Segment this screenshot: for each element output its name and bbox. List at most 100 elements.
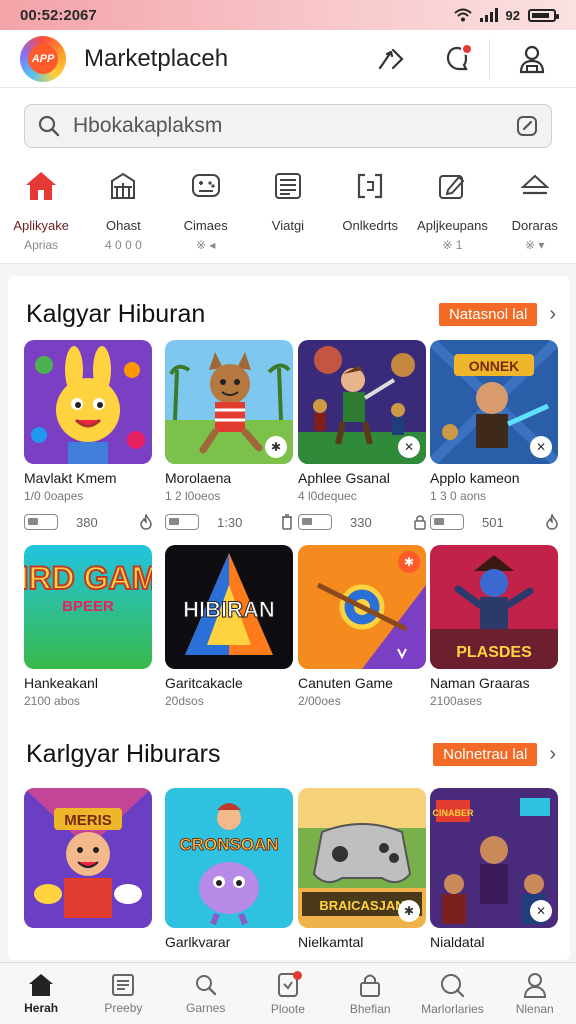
category-item[interactable]: Onlkedrts <box>329 160 411 263</box>
app-thumbnail[interactable]: BIRD GAME BPEER <box>24 545 152 669</box>
app-thumbnail[interactable]: CINABER ✕ <box>430 788 558 928</box>
app-thumbnail[interactable]: PLASDES <box>430 545 558 669</box>
app-thumbnail[interactable]: CRONSOAN <box>165 788 293 928</box>
app-card[interactable]: ✱ Morolaena 1 2 l0oeos 1:30 <box>165 340 293 531</box>
nav-label: Nlenan <box>515 1001 554 1016</box>
app-name: Hankeakanl <box>24 675 98 691</box>
nav-label: Herah <box>24 1000 59 1015</box>
share-button[interactable] <box>367 35 415 83</box>
category-item[interactable]: Doraras ※ ▾ <box>494 160 576 263</box>
app-artwork <box>24 340 152 464</box>
app-name: Aphlee Gsanal <box>298 470 390 486</box>
logo-text: APP <box>28 43 58 74</box>
app-thumbnail[interactable]: HIBIRAN <box>165 545 293 669</box>
nav-tab-games[interactable]: Garnes <box>165 963 247 1024</box>
category-label: Aplikyake <box>13 218 69 233</box>
section-title: Kalgyar Hiburan <box>26 299 206 328</box>
app-artwork: CRONSOAN <box>165 788 293 928</box>
category-item[interactable]: Viatgi <box>247 160 329 263</box>
app-meta: 501 <box>430 513 558 531</box>
app-logo[interactable]: APP <box>20 35 66 82</box>
notification-button[interactable] <box>433 35 481 83</box>
page-title: Marketplaceh <box>84 44 229 72</box>
nav-tab-profile[interactable]: Nlenan <box>494 963 576 1024</box>
app-card[interactable]: BIRD GAME BPEER Hankeakanl 2100 abos <box>24 545 152 708</box>
section-title: Karlgyar Hiburars <box>26 739 221 768</box>
list-icon <box>274 173 301 199</box>
nav-tab-preeby[interactable]: Preeby <box>82 963 164 1024</box>
art-title: BIRD GAME <box>24 560 152 596</box>
art-title: HIBIRAN <box>183 597 275 622</box>
see-more-button[interactable]: Nolnetrau lal <box>433 742 538 766</box>
nav-tab-home[interactable]: Herah <box>0 963 82 1024</box>
install-pill-icon[interactable] <box>165 514 199 530</box>
app-card[interactable]: ✱ Canuten Game 2/00oes <box>298 545 426 708</box>
trash-icon <box>282 514 292 530</box>
art-subtitle: BPEER <box>62 598 114 615</box>
chevron-right-icon[interactable]: › <box>549 303 556 326</box>
app-count: 380 <box>76 514 98 530</box>
flame-icon <box>140 514 152 530</box>
app-artwork: PLASDES <box>430 545 558 669</box>
badge-icon: ✕ <box>530 436 552 458</box>
app-card[interactable]: ✕ Aphlee Gsanal 4 l0dequec 330 <box>298 340 426 531</box>
app-artwork: BIRD GAME BPEER <box>24 545 152 669</box>
nav-tab-ploote[interactable]: Ploote <box>247 963 329 1024</box>
art-title: PLASDES <box>456 644 532 661</box>
category-item[interactable]: Apljkeupans ※ 1 <box>411 160 493 263</box>
app-thumbnail[interactable]: ✕ <box>298 340 426 464</box>
app-name: Naman Graaras <box>430 675 530 691</box>
app-thumbnail[interactable]: ✱ <box>165 340 293 464</box>
app-meta: 330 <box>298 513 426 531</box>
see-more-button[interactable]: Natasnol lal <box>438 302 538 326</box>
app-thumbnail[interactable]: MERIS <box>24 788 152 928</box>
search-input[interactable]: Hbokakaplaksm <box>73 114 515 138</box>
home-icon <box>29 973 54 996</box>
nav-tab-bhefian[interactable]: Bhefian <box>329 963 411 1024</box>
store-icon <box>111 172 136 199</box>
app-name: Nielkamtal <box>298 934 364 950</box>
app-card[interactable]: Mavlakt Kmem 1/0 0oapes 380 <box>24 340 152 531</box>
category-item[interactable]: Cimaes ※ ◂ <box>165 160 247 263</box>
app-card[interactable]: HIBIRAN Garitcakacle 20dsos <box>165 545 293 708</box>
nav-label: Bhefian <box>349 1001 391 1016</box>
app-card[interactable]: CINABER ✕ Nialdatal <box>430 788 558 950</box>
bottom-navigation: Herah Preeby Garnes Ploote Bhefian Marlo… <box>0 962 576 1024</box>
notification-badge <box>461 42 473 55</box>
app-card[interactable]: MERIS <box>24 788 152 928</box>
category-label: Doraras <box>511 218 558 233</box>
install-pill-icon[interactable] <box>430 514 464 530</box>
app-card[interactable]: PLASDES Naman Graaras 2100ases <box>430 545 558 708</box>
app-thumbnail[interactable] <box>24 340 152 464</box>
edit-search-icon[interactable] <box>515 114 539 138</box>
nav-tab-marlorlaries[interactable]: Marlorlaries <box>411 963 493 1024</box>
search-bar[interactable]: Hbokakaplaksm <box>24 104 552 148</box>
search-icon <box>38 115 60 137</box>
category-item[interactable]: Aplikyake Aprias <box>0 160 82 263</box>
wifi-icon <box>453 8 472 22</box>
flame-icon <box>546 514 558 530</box>
install-pill-icon[interactable] <box>298 514 332 530</box>
network-label: 92 <box>505 7 520 23</box>
category-item[interactable]: Ohast 4 0 0 0 <box>82 160 164 263</box>
app-downloads: 1 3 0 aons <box>430 489 487 503</box>
profile-button[interactable] <box>508 35 556 83</box>
app-thumbnail[interactable]: ONNEK ✕ <box>430 340 558 464</box>
nav-label: Preeby <box>104 1000 143 1015</box>
app-thumbnail[interactable]: BRAICASJAN ✱ <box>298 788 426 928</box>
profile-icon <box>519 45 545 73</box>
section-header: Kalgyar Hiburan Natasnol lal › <box>26 296 556 332</box>
app-card[interactable]: ONNEK ✕ Applo kameon 1 3 0 aons 501 <box>430 340 558 531</box>
app-thumbnail[interactable]: ✱ <box>298 545 426 669</box>
chevron-right-icon[interactable]: › <box>549 743 556 766</box>
app-card[interactable]: BRAICASJAN ✱ Nielkamtal <box>298 788 426 950</box>
install-pill-icon[interactable] <box>24 514 58 530</box>
edit-icon <box>439 175 465 199</box>
app-card[interactable]: CRONSOAN Garlkvarar <box>165 788 293 950</box>
app-downloads: 2100ases <box>430 694 483 708</box>
category-label: Onlkedrts <box>342 218 399 233</box>
nav-label: Garnes <box>185 1000 226 1015</box>
app-name: Garlkvarar <box>165 934 231 950</box>
app-meta: 1:30 <box>165 513 293 531</box>
user-icon <box>523 972 546 998</box>
